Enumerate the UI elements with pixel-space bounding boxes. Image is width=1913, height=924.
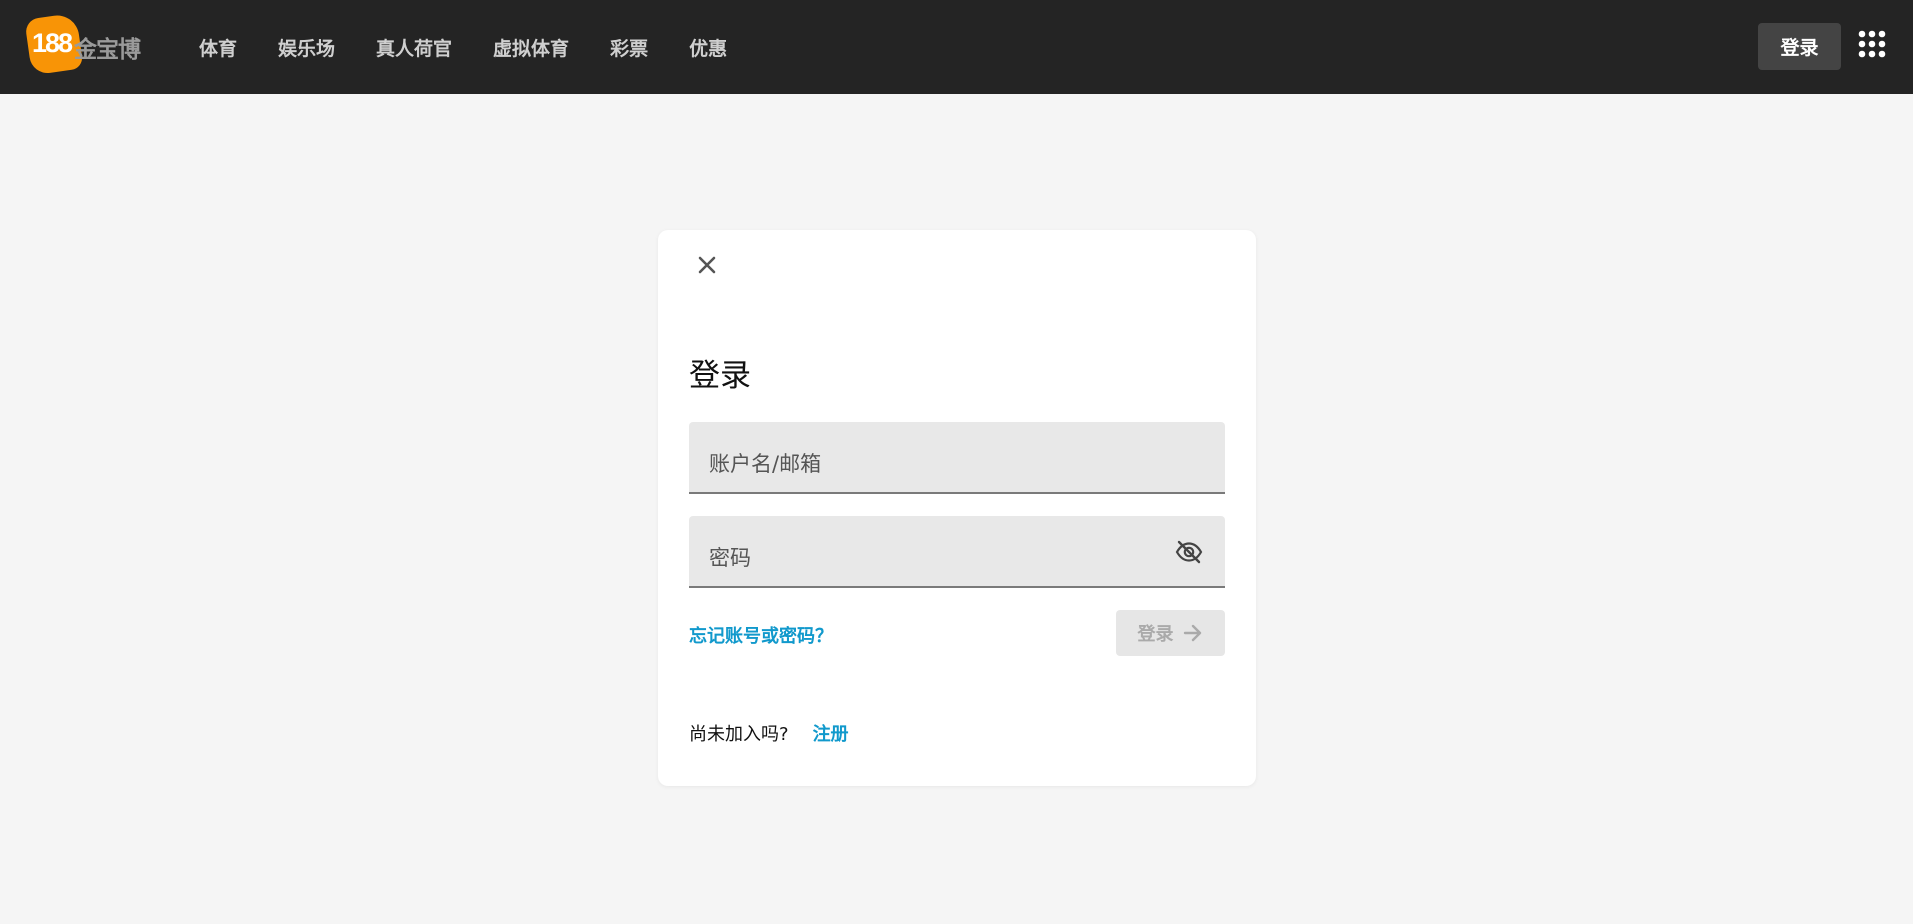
brand-logo[interactable]: 188 金宝博 [24, 12, 148, 76]
dialog-title: 登录 [689, 358, 751, 394]
nav-item-sports[interactable]: 体育 [199, 34, 237, 61]
password-field [689, 516, 1225, 588]
forgot-credentials-link[interactable]: 忘记账号或密码？ [689, 622, 833, 648]
header-login-button[interactable]: 登录 [1758, 23, 1841, 70]
nav-item-virtual-sports[interactable]: 虚拟体育 [493, 34, 569, 61]
signup-prompt: 尚未加入吗? [689, 724, 789, 745]
login-submit-button[interactable]: 登录 [1116, 610, 1225, 656]
top-header: 188 金宝博 体育 娱乐场 真人荷官 虚拟体育 彩票 优惠 登录 [0, 0, 1913, 94]
nav-item-lottery[interactable]: 彩票 [610, 34, 648, 61]
username-input[interactable] [689, 422, 1225, 492]
login-submit-label: 登录 [1137, 624, 1174, 645]
apps-grid-icon[interactable] [1858, 30, 1886, 58]
close-icon[interactable] [692, 250, 722, 280]
nav-item-live-dealer[interactable]: 真人荷官 [376, 34, 452, 61]
signup-row: 尚未加入吗? 注册 [689, 720, 849, 746]
main-nav: 体育 娱乐场 真人荷官 虚拟体育 彩票 优惠 [199, 0, 768, 94]
arrow-right-icon [1183, 624, 1201, 642]
username-field [689, 422, 1225, 494]
login-dialog: 登录 忘记账号或密码？ 登录 尚未加入吗? 注册 [658, 230, 1256, 786]
nav-item-casino[interactable]: 娱乐场 [278, 34, 335, 61]
password-input[interactable] [689, 516, 1225, 586]
logo-text: 金宝博 [74, 37, 141, 63]
logo-number: 188 [32, 28, 73, 58]
eye-off-icon[interactable] [1175, 538, 1203, 566]
nav-item-promotions[interactable]: 优惠 [689, 34, 727, 61]
signup-link[interactable]: 注册 [813, 720, 849, 746]
